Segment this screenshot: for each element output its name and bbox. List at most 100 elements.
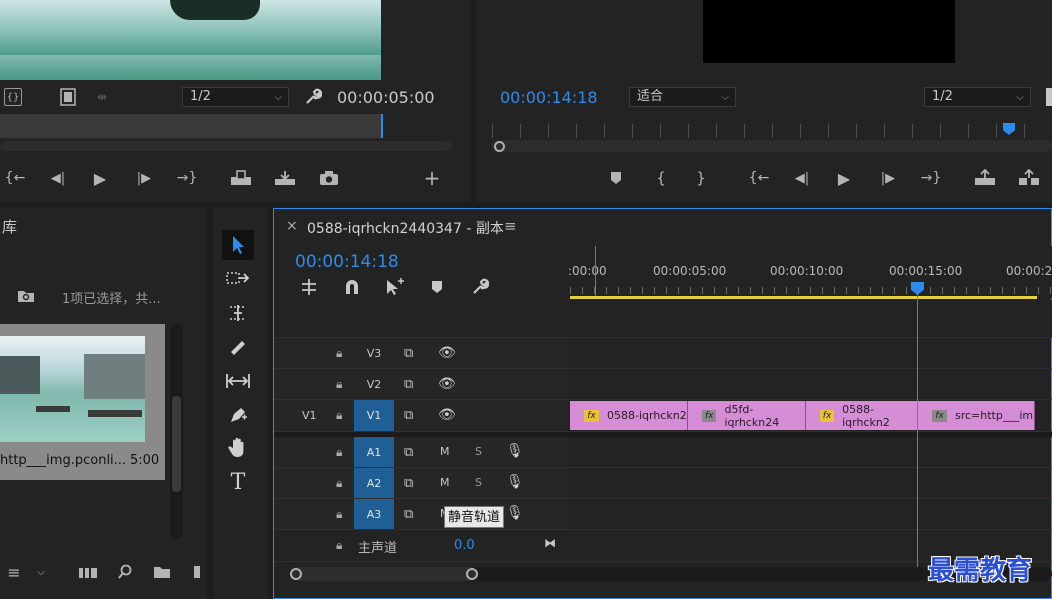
step-forward-icon[interactable]: |▶: [134, 168, 154, 188]
step-forward-icon[interactable]: |▶: [878, 168, 898, 188]
timeline-menu-icon[interactable]: ≡: [504, 217, 517, 235]
track-a2-label[interactable]: A2: [354, 468, 394, 498]
hand-tool-icon[interactable]: [222, 433, 254, 463]
go-to-in-icon[interactable]: {←: [748, 168, 770, 188]
freeform-view-icon[interactable]: [78, 564, 98, 580]
lock-icon[interactable]: 🔒︎: [336, 377, 342, 392]
program-timecode[interactable]: 00:00:14:18: [500, 88, 598, 107]
toggle-sync-icon[interactable]: ⧉: [404, 476, 413, 491]
extract-icon[interactable]: [1016, 168, 1042, 188]
timeline-settings-wrench-icon[interactable]: [470, 278, 490, 296]
lock-icon[interactable]: 🔒︎: [336, 507, 342, 522]
clip-4[interactable]: fx src=http___im: [918, 401, 1035, 430]
go-to-edge-icon[interactable]: ⧓: [544, 536, 556, 550]
film-strip-icon[interactable]: [60, 88, 76, 106]
mark-out-icon[interactable]: }: [694, 168, 708, 188]
toggle-sync-icon[interactable]: ⧉: [404, 507, 413, 522]
toggle-sync-icon[interactable]: ⧉: [404, 408, 413, 423]
scroll-handle-right[interactable]: [466, 568, 478, 580]
timeline-timecode[interactable]: 00:00:14:18: [295, 252, 399, 272]
microphone-icon[interactable]: 🎙︎: [506, 474, 524, 490]
program-scroll-handle[interactable]: [494, 141, 505, 152]
razor-tool-icon[interactable]: [222, 332, 254, 362]
source-playhead-marker[interactable]: [381, 114, 383, 138]
source-timecode[interactable]: 00:00:05:00: [337, 88, 435, 107]
clip-2[interactable]: fx d5fd-iqrhckn24: [688, 401, 806, 430]
source-scrub-bar[interactable]: [0, 114, 383, 138]
program-zoom-select[interactable]: 1/2 ⌵: [924, 87, 1031, 107]
master-volume-value[interactable]: 0.0: [454, 538, 475, 553]
eye-icon[interactable]: 👁︎: [438, 407, 456, 423]
new-item-icon-partial[interactable]: [194, 566, 200, 578]
drag-audio-icon[interactable]: ⇼: [92, 90, 112, 104]
safe-margins-icon[interactable]: {}: [4, 88, 22, 106]
lock-icon[interactable]: 🔒︎: [336, 445, 342, 460]
step-back-icon[interactable]: ◀|: [792, 168, 812, 188]
pen-tool-icon[interactable]: [222, 400, 254, 430]
search-icon[interactable]: [116, 564, 134, 580]
lock-icon[interactable]: 🔒︎: [336, 476, 342, 491]
eye-icon[interactable]: 👁︎: [438, 376, 456, 392]
program-scrollbar[interactable]: [492, 140, 1052, 152]
source-zoom-scrollbar[interactable]: [0, 141, 452, 151]
step-back-icon[interactable]: ◀|: [48, 168, 68, 188]
track-a1-label[interactable]: A1: [354, 437, 394, 467]
mark-in-icon[interactable]: {: [654, 168, 668, 188]
play-icon[interactable]: ▶: [834, 168, 854, 188]
toggle-sync-icon[interactable]: ⧉: [404, 346, 413, 361]
add-marker-icon[interactable]: [430, 280, 444, 294]
folder-search-icon[interactable]: [16, 288, 36, 304]
timeline-playhead-line[interactable]: [917, 292, 918, 568]
work-area-bar[interactable]: [570, 296, 1037, 299]
go-to-out-icon[interactable]: →}: [920, 168, 942, 188]
toggle-sync-icon[interactable]: ⧉: [404, 445, 413, 460]
lock-icon[interactable]: 🔒︎: [336, 538, 342, 553]
linked-selection-icon[interactable]: [384, 278, 406, 296]
type-tool-icon[interactable]: T: [222, 467, 254, 497]
source-zoom-select[interactable]: 1/2 ⌵: [182, 87, 289, 107]
snap-magnet-icon[interactable]: [342, 278, 362, 296]
slip-tool-icon[interactable]: [222, 366, 254, 396]
close-sequence-button[interactable]: ×: [286, 218, 298, 234]
toggle-sync-icon[interactable]: ⧉: [404, 377, 413, 392]
lock-icon[interactable]: 🔒︎: [336, 408, 342, 423]
chevron-down-icon[interactable]: ⌵: [34, 564, 48, 580]
program-fit-select[interactable]: 适合 ⌵: [629, 87, 736, 107]
play-icon[interactable]: ▶: [90, 168, 110, 188]
selection-tool-icon[interactable]: [222, 230, 254, 260]
track-v3-label[interactable]: V3: [354, 338, 394, 368]
solo-button[interactable]: S: [475, 445, 482, 458]
camera-icon[interactable]: [318, 168, 340, 188]
add-marker-icon[interactable]: [608, 168, 624, 188]
microphone-icon[interactable]: 🎙︎: [506, 443, 524, 459]
lock-icon[interactable]: 🔒︎: [336, 346, 342, 361]
microphone-icon[interactable]: 🎙︎: [506, 505, 524, 521]
source-patch-v1[interactable]: V1: [302, 409, 317, 422]
track-a3-label[interactable]: A3: [354, 499, 394, 529]
clip-3[interactable]: fx 0588-iqrhckn2: [806, 401, 918, 430]
go-to-out-icon[interactable]: →}: [176, 168, 198, 188]
clip-1[interactable]: fx 0588-iqrhckn2: [570, 401, 688, 430]
solo-button[interactable]: S: [475, 476, 482, 489]
mark-in-icon[interactable]: {←: [4, 168, 26, 188]
track-v1-label[interactable]: V1: [354, 400, 394, 431]
add-button-icon[interactable]: +: [422, 166, 442, 190]
sort-icon[interactable]: ≡: [4, 563, 24, 582]
mute-button[interactable]: M: [440, 476, 450, 489]
overwrite-icon[interactable]: [272, 168, 298, 188]
insert-icon[interactable]: [228, 168, 254, 188]
project-item[interactable]: http___img.pconli... 5:00: [0, 324, 165, 480]
program-wrench-icon-partial[interactable]: [1046, 88, 1052, 106]
sequence-tab-title[interactable]: 0588-iqrhckn2440347 - 副本: [307, 218, 504, 238]
new-bin-icon[interactable]: [152, 564, 172, 580]
program-ruler[interactable]: [492, 124, 1052, 138]
track-select-tool-icon[interactable]: [222, 263, 254, 293]
mute-button[interactable]: M: [440, 445, 450, 458]
wrench-icon[interactable]: [303, 88, 323, 106]
nest-sequence-icon[interactable]: [298, 278, 320, 296]
ripple-edit-tool-icon[interactable]: [222, 298, 254, 328]
project-scrollbar[interactable]: [170, 324, 183, 539]
eye-icon[interactable]: 👁︎: [438, 345, 456, 361]
scroll-handle-left[interactable]: [290, 568, 302, 580]
lift-icon[interactable]: [972, 168, 998, 188]
